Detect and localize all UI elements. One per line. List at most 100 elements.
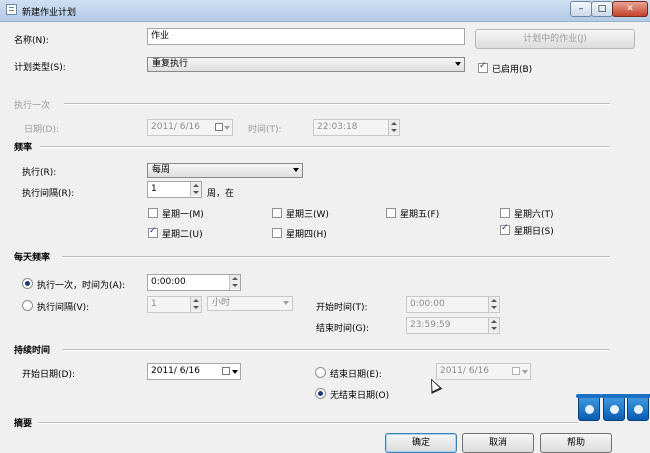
duration-start-value: 2011/ 6/16 (151, 366, 201, 376)
chevron-down-icon (283, 301, 289, 305)
close-icon: ✕ (626, 4, 634, 14)
daily-once-spinner[interactable] (229, 275, 240, 290)
name-input[interactable]: 作业 (147, 28, 465, 45)
daily-divider (62, 256, 610, 258)
spin-up-icon (191, 182, 201, 189)
spin-down-icon (191, 189, 201, 196)
recycle-bin-icon[interactable] (576, 394, 602, 421)
day-label-thu: 星期四(H) (286, 230, 327, 240)
daily-start-input[interactable]: 0:00:00 (406, 296, 500, 313)
schedule-type-select[interactable]: 重复执行 (147, 57, 465, 72)
day-label-mon: 星期一(M) (162, 210, 204, 220)
close-button[interactable]: ✕ (612, 1, 648, 17)
enabled-checkbox[interactable] (478, 61, 488, 73)
calendar-icon (222, 367, 230, 375)
spin-up-icon (191, 297, 201, 304)
spin-down-icon (489, 304, 499, 311)
day-label-sun: 星期日(S) (514, 227, 554, 237)
once-date-picker[interactable]: 2011/ 6/16 (147, 119, 233, 136)
daily-interval-input[interactable]: 1 (147, 296, 202, 313)
once-date-value: 2011/ 6/16 (151, 122, 201, 132)
daily-start-label: 开始时间(T): (316, 303, 368, 313)
dialog-icon (6, 4, 17, 15)
frequency-interval-unit: 周，在 (207, 189, 235, 199)
spin-up-icon (489, 297, 499, 304)
frequency-exec-value: 每周 (152, 165, 171, 175)
daily-once-time-input[interactable]: 0:00:00 (147, 274, 241, 291)
duration-divider (62, 349, 610, 351)
day-checkbox-sat[interactable] (500, 208, 510, 218)
help-button[interactable]: 帮助 (540, 433, 612, 453)
daily-end-input[interactable]: 23:59:59 (406, 317, 500, 334)
minimize-button[interactable]: – (570, 1, 592, 17)
end-date-label: 结束日期(E): (330, 370, 382, 380)
calendar-icon (512, 367, 520, 375)
enabled-label: 已启用(B) (492, 65, 533, 75)
frequency-interval-input[interactable]: 1 (147, 181, 202, 198)
scheduled-jobs-button[interactable]: 计划中的作业(J) (475, 29, 635, 49)
summary-section-title: 摘要 (14, 419, 33, 429)
frequency-exec-select[interactable]: 每周 (147, 163, 303, 178)
frequency-exec-label: 执行(R): (22, 168, 57, 178)
daily-end-label: 结束时间(G): (316, 324, 370, 334)
daily-start-spinner[interactable] (488, 297, 499, 312)
spin-up-icon (489, 318, 499, 325)
day-label-wed: 星期三(W) (286, 210, 329, 220)
spin-down-icon (489, 325, 499, 332)
daily-interval-unit-select[interactable]: 小时 (207, 296, 293, 311)
duration-section-title: 持续时间 (14, 346, 51, 356)
daily-interval-value: 1 (151, 299, 157, 309)
once-time-input[interactable]: 22:03:18 (313, 119, 400, 136)
once-time-value: 22:03:18 (317, 122, 358, 132)
chevron-down-icon (522, 370, 528, 374)
once-date-label: 日期(D): (24, 125, 59, 135)
spin-down-icon (230, 282, 240, 289)
day-checkbox-fri[interactable] (386, 208, 396, 218)
day-checkbox-wed[interactable] (272, 208, 282, 218)
daily-start-value: 0:00:00 (410, 299, 445, 309)
spin-up-icon (389, 120, 399, 127)
no-end-date-radio[interactable] (315, 388, 326, 399)
daily-interval-radio[interactable] (22, 300, 33, 311)
day-label-sat: 星期六(T) (514, 210, 554, 220)
name-label: 名称(N): (14, 36, 49, 46)
no-end-date-label: 无结束日期(O) (330, 391, 390, 401)
frequency-divider (40, 146, 610, 148)
schedule-dialog: 新建作业计划 – □ ✕ 名称(N): 作业 计划中的作业(J) 计划类型(S)… (0, 0, 650, 453)
daily-interval-label: 执行间隔(V): (37, 303, 90, 313)
duration-start-label: 开始日期(D): (22, 370, 75, 380)
daily-once-label: 执行一次，时间为(A): (37, 281, 126, 291)
once-time-label: 时间(T): (248, 125, 282, 135)
day-checkbox-mon[interactable] (148, 208, 158, 218)
end-date-radio[interactable] (315, 367, 326, 378)
day-checkbox-thu[interactable] (272, 228, 282, 238)
spin-down-icon (389, 127, 399, 134)
daily-interval-spinner[interactable] (190, 297, 201, 312)
frequency-interval-spinner[interactable] (190, 182, 201, 197)
recycle-bin-icon[interactable] (601, 394, 627, 421)
maximize-icon: □ (597, 4, 607, 14)
once-time-spinner[interactable] (388, 120, 399, 135)
day-label-fri: 星期五(F) (400, 210, 440, 220)
daily-interval-unit-value: 小时 (212, 298, 231, 308)
chevron-down-icon (232, 370, 238, 374)
title-bar: 新建作业计划 – □ ✕ (0, 0, 650, 22)
day-checkbox-tue[interactable] (148, 226, 158, 238)
once-divider (64, 103, 610, 105)
day-checkbox-sun[interactable] (500, 223, 510, 235)
chevron-down-icon (455, 62, 461, 66)
ok-button[interactable]: 确定 (385, 433, 457, 453)
window-title: 新建作业计划 (22, 8, 77, 18)
maximize-button[interactable]: □ (591, 1, 613, 17)
day-label-tue: 星期二(U) (162, 230, 203, 240)
schedule-type-label: 计划类型(S): (14, 63, 66, 73)
frequency-section-title: 频率 (14, 143, 33, 153)
daily-end-spinner[interactable] (488, 318, 499, 333)
chevron-down-icon (293, 168, 299, 172)
cancel-button[interactable]: 取消 (462, 433, 534, 453)
frequency-interval-label: 执行间隔(R): (22, 189, 75, 199)
end-date-picker[interactable]: 2011/ 6/16 (436, 363, 531, 380)
daily-once-radio[interactable] (22, 278, 33, 289)
recycle-bin-icon[interactable] (625, 394, 650, 421)
duration-start-picker[interactable]: 2011/ 6/16 (147, 363, 241, 380)
